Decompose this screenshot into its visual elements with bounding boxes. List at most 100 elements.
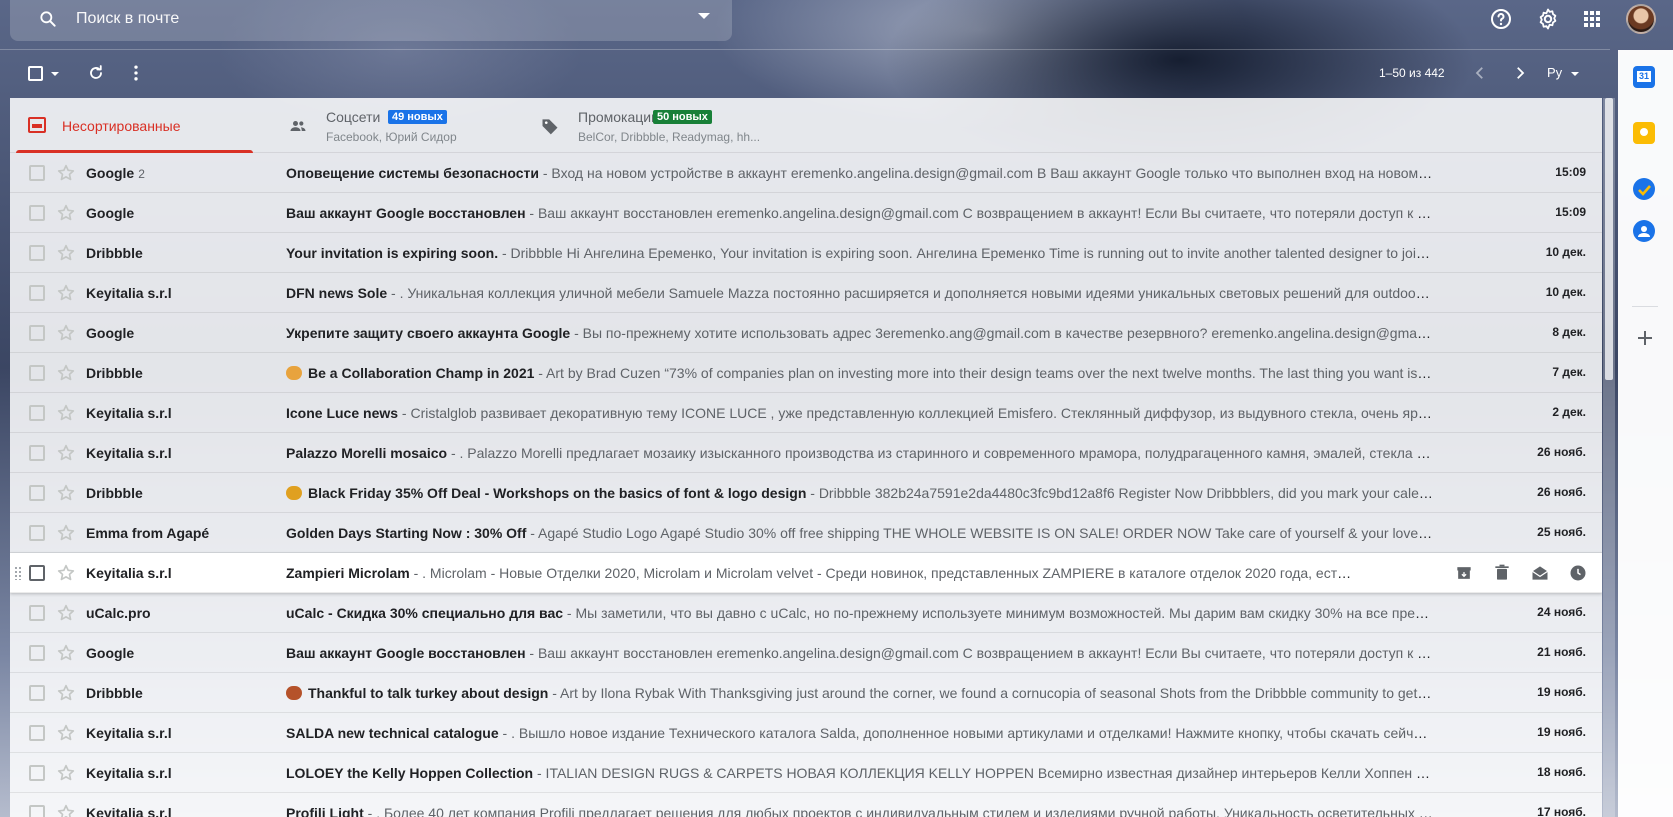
search-bar[interactable]: Поиск в почте: [10, 0, 732, 41]
row-checkbox[interactable]: [29, 325, 45, 341]
drag-handle-icon[interactable]: [14, 566, 22, 580]
settings-gear-icon[interactable]: [1536, 7, 1560, 31]
more-options-icon[interactable]: [126, 63, 146, 83]
email-row[interactable]: Google Укрепите защиту своего аккаунта Go…: [10, 313, 1602, 353]
email-row[interactable]: Keyitalia s.r.l Profili Light - . Более 4…: [10, 793, 1602, 817]
select-options-caret-icon[interactable]: [51, 72, 59, 76]
email-row[interactable]: Keyitalia s.r.l Zampieri Microlam - . Mic…: [10, 553, 1602, 593]
row-checkbox[interactable]: [29, 525, 45, 541]
star-icon[interactable]: [55, 802, 77, 817]
email-row[interactable]: Keyitalia s.r.l SALDA new technical catal…: [10, 713, 1602, 753]
row-checkbox[interactable]: [29, 645, 45, 661]
older-page-chevron-icon[interactable]: [1511, 64, 1529, 82]
pagination-label: 1–50 из 442: [1379, 66, 1445, 80]
row-checkbox[interactable]: [29, 485, 45, 501]
help-icon[interactable]: [1489, 7, 1513, 31]
row-checkbox[interactable]: [29, 285, 45, 301]
email-date: 15:09: [1555, 165, 1586, 179]
scrollbar-thumb[interactable]: [1605, 98, 1613, 380]
tab-primary[interactable]: Несортированные: [10, 98, 253, 153]
email-row[interactable]: Dribbble Black Friday 35% Off Deal - Work…: [10, 473, 1602, 513]
row-checkbox[interactable]: [29, 245, 45, 261]
email-date: 19 нояб.: [1537, 685, 1586, 699]
star-icon[interactable]: [55, 642, 77, 664]
row-checkbox[interactable]: [29, 205, 45, 221]
star-icon[interactable]: [55, 202, 77, 224]
sender-name: Keyitalia s.r.l: [86, 725, 172, 741]
keep-app-icon[interactable]: [1633, 122, 1655, 144]
star-icon[interactable]: [55, 162, 77, 184]
row-checkbox[interactable]: [29, 725, 45, 741]
star-icon[interactable]: [55, 402, 77, 424]
email-subject: LOLOEY the Kelly Hoppen Collection: [286, 765, 534, 781]
star-icon[interactable]: [55, 722, 77, 744]
email-subject: Укрепите защиту своего аккаунта Google: [286, 325, 571, 341]
tasks-app-icon[interactable]: [1633, 178, 1655, 200]
email-row[interactable]: Keyitalia s.r.l Palazzo Morelli mosaico -…: [10, 433, 1602, 473]
email-row[interactable]: Dribbble Your invitation is expiring soon…: [10, 233, 1602, 273]
sender-name: Dribbble: [86, 485, 143, 501]
add-addon-plus-icon[interactable]: [1637, 330, 1653, 346]
sender-name: Dribbble: [86, 365, 143, 381]
star-icon[interactable]: [55, 562, 77, 584]
email-row[interactable]: Keyitalia s.r.l Icone Luce news - Cristal…: [10, 393, 1602, 433]
snooze-clock-icon[interactable]: [1568, 563, 1588, 583]
contacts-app-icon[interactable]: [1633, 220, 1655, 242]
row-checkbox[interactable]: [29, 445, 45, 461]
email-row[interactable]: Emma from Agapé Golden Days Starting Now …: [10, 513, 1602, 553]
tab-promotions[interactable]: Промокации 50 новых BelCor, Dribbble, Re…: [522, 98, 802, 153]
row-checkbox[interactable]: [29, 165, 45, 181]
star-icon[interactable]: [55, 762, 77, 784]
star-icon[interactable]: [55, 602, 77, 624]
row-checkbox[interactable]: [29, 405, 45, 421]
input-language-selector[interactable]: Ру: [1547, 65, 1562, 80]
star-icon[interactable]: [55, 242, 77, 264]
email-preview: Profili Light - . Более 40 лет компания …: [286, 805, 1434, 817]
email-row[interactable]: Dribbble Be a Collaboration Champ in 2021…: [10, 353, 1602, 393]
email-row[interactable]: uCalc.pro uCalc - Скидка 30% специально д…: [10, 593, 1602, 633]
email-row[interactable]: Google Ваш аккаунт Google восстановлен - …: [10, 193, 1602, 233]
apps-grid-icon[interactable]: [1580, 7, 1604, 31]
star-icon[interactable]: [55, 282, 77, 304]
search-icon[interactable]: [38, 9, 58, 29]
row-checkbox[interactable]: [29, 685, 45, 701]
newer-page-chevron-icon[interactable]: [1471, 64, 1489, 82]
archive-icon[interactable]: [1454, 563, 1474, 583]
email-row[interactable]: Google Ваш аккаунт Google восстановлен - …: [10, 633, 1602, 673]
email-preview: Оповещение системы безопасности - Вход н…: [286, 165, 1434, 181]
email-snippet: - Dribbble Hi Ангелина Еременко, Your in…: [498, 245, 1434, 261]
search-options-dropdown-icon[interactable]: [698, 13, 710, 19]
email-row[interactable]: Keyitalia s.r.l DFN news Sole - . Уникаль…: [10, 273, 1602, 313]
email-subject: Ваш аккаунт Google восстановлен: [286, 645, 526, 661]
calendar-app-icon[interactable]: 31: [1633, 66, 1655, 88]
select-all-checkbox[interactable]: [28, 66, 43, 81]
mark-read-icon[interactable]: [1530, 563, 1550, 583]
row-checkbox[interactable]: [29, 605, 45, 621]
star-icon[interactable]: [55, 682, 77, 704]
delete-icon[interactable]: [1492, 563, 1512, 583]
email-preview: Palazzo Morelli mosaico - . Palazzo More…: [286, 445, 1434, 461]
email-preview: LOLOEY the Kelly Hoppen Collection - ITA…: [286, 765, 1434, 781]
refresh-icon[interactable]: [86, 63, 106, 83]
email-row[interactable]: Keyitalia s.r.l LOLOEY the Kelly Hoppen C…: [10, 753, 1602, 793]
email-snippet: - Art by Ilona Rybak With Thanksgiving j…: [548, 685, 1434, 701]
star-icon[interactable]: [55, 322, 77, 344]
row-checkbox[interactable]: [29, 765, 45, 781]
row-checkbox[interactable]: [29, 365, 45, 381]
search-input[interactable]: Поиск в почте: [76, 10, 179, 28]
star-icon[interactable]: [55, 522, 77, 544]
tab-social[interactable]: Соцсети 49 новых Facebook, Юрий Сидор: [270, 98, 520, 153]
star-icon[interactable]: [55, 482, 77, 504]
sender-name: Keyitalia s.r.l: [86, 445, 172, 461]
mail-list-panel: Несортированные Соцсети 49 новых Faceboo…: [10, 98, 1602, 817]
email-row[interactable]: Google 2 Оповещение системы безопасности -…: [10, 153, 1602, 193]
star-icon[interactable]: [55, 362, 77, 384]
star-icon[interactable]: [55, 442, 77, 464]
scrollbar[interactable]: [1603, 98, 1615, 817]
account-avatar[interactable]: [1626, 4, 1656, 34]
email-snippet: - Ваш аккаунт восстановлен eremenko.ange…: [525, 205, 1434, 221]
row-checkbox[interactable]: [29, 805, 45, 817]
language-caret-icon[interactable]: [1571, 72, 1579, 76]
row-checkbox[interactable]: [29, 565, 45, 581]
email-row[interactable]: Dribbble Thankful to talk turkey about de…: [10, 673, 1602, 713]
